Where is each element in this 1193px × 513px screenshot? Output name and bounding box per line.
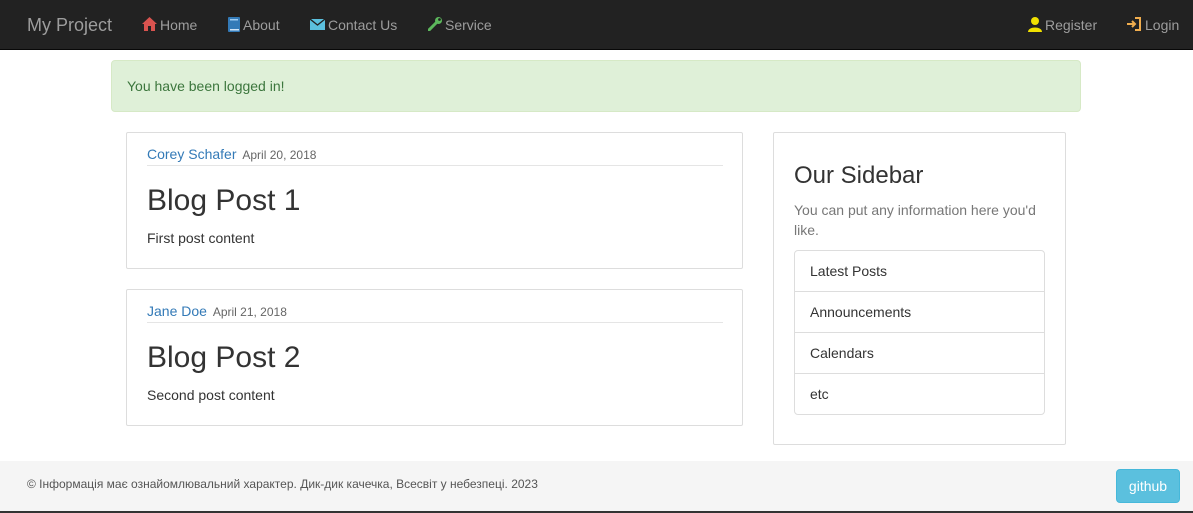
post-card: Jane Doe April 21, 2018 Blog Post 2 Seco… <box>126 289 743 426</box>
sidebar-item-etc[interactable]: etc <box>795 374 1044 414</box>
sidebar-item-calendars[interactable]: Calendars <box>795 333 1044 374</box>
nav-service[interactable]: Service <box>428 0 492 50</box>
post-date: April 21, 2018 <box>212 305 287 319</box>
nav-about[interactable]: About <box>228 0 280 50</box>
navbar: My Project Home About Contact Us Service… <box>0 0 1193 50</box>
envelope-icon <box>310 18 325 30</box>
log-in-icon <box>1127 17 1142 32</box>
wrench-icon <box>428 17 442 32</box>
nav-contact[interactable]: Contact Us <box>310 0 397 50</box>
sidebar: Our Sidebar You can put any information … <box>773 132 1066 445</box>
sidebar-description: You can put any information here you'd l… <box>794 202 1036 238</box>
nav-service-label: Service <box>445 17 492 33</box>
nav-register-label: Register <box>1045 17 1098 33</box>
nav-home[interactable]: Home <box>142 0 197 50</box>
sidebar-item-announcements[interactable]: Announcements <box>795 292 1044 333</box>
footer-copyright: © Інформація має ознайомлювальний характ… <box>27 477 538 491</box>
footer: © Інформація має ознайомлювальний характ… <box>0 461 1193 513</box>
nav-login[interactable]: Login <box>1127 0 1179 50</box>
github-button[interactable]: github <box>1116 469 1180 503</box>
alert-message: You have been logged in! <box>127 78 285 94</box>
post-author-link[interactable]: Corey Schafer <box>147 146 236 162</box>
user-icon <box>1028 16 1042 32</box>
post-title[interactable]: Blog Post 1 <box>147 183 300 219</box>
post-meta: Jane Doe April 21, 2018 <box>147 303 723 323</box>
nav-about-label: About <box>243 17 280 33</box>
post-title[interactable]: Blog Post 2 <box>147 340 300 376</box>
home-icon <box>142 17 157 32</box>
post-date: April 20, 2018 <box>242 148 317 162</box>
nav-home-label: Home <box>160 17 198 33</box>
post-author-link[interactable]: Jane Doe <box>147 303 207 319</box>
brand-link[interactable]: My Project <box>27 0 112 50</box>
post-card: Corey Schafer April 20, 2018 Blog Post 1… <box>126 132 743 269</box>
book-icon <box>228 16 240 32</box>
post-content: Second post content <box>147 387 275 403</box>
nav-register[interactable]: Register <box>1028 0 1097 50</box>
nav-login-label: Login <box>1145 17 1180 33</box>
post-content: First post content <box>147 230 255 246</box>
sidebar-item-latest-posts[interactable]: Latest Posts <box>795 251 1044 292</box>
sidebar-title: Our Sidebar <box>794 162 924 189</box>
post-meta: Corey Schafer April 20, 2018 <box>147 146 723 166</box>
sidebar-list: Latest Posts Announcements Calendars etc <box>794 250 1045 415</box>
nav-contact-label: Contact Us <box>328 17 398 33</box>
success-alert: You have been logged in! <box>111 60 1081 112</box>
